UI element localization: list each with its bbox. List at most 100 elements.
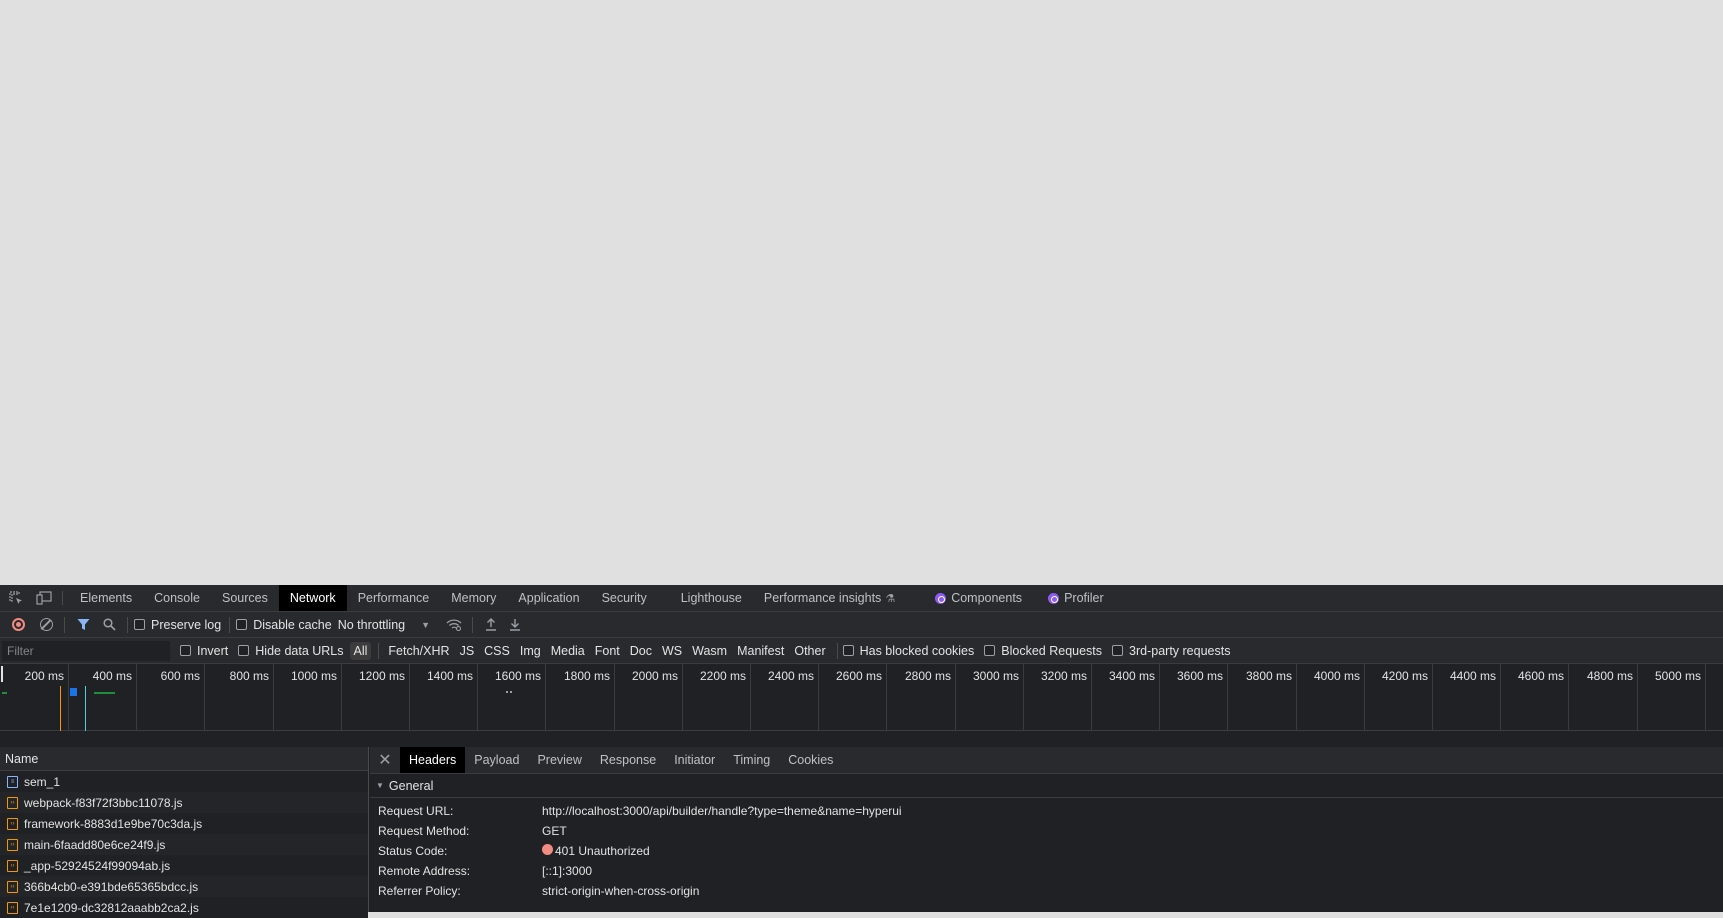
general-section-body: Request URL: http://localhost:3000/api/bu… — [370, 798, 1723, 901]
type-filter-ws[interactable]: WS — [658, 642, 686, 660]
header-value[interactable]: strict-origin-when-cross-origin — [542, 884, 699, 898]
request-row[interactable]: ‹› _app-52924524f99094ab.js — [0, 855, 368, 876]
request-row[interactable]: ‹› webpack-f83f72f3bbc11078.js — [0, 792, 368, 813]
timeline-gridline — [68, 664, 69, 731]
checkbox-box[interactable] — [180, 645, 191, 656]
tab-security[interactable]: Security — [591, 585, 658, 611]
timeline-gridline — [1637, 664, 1638, 731]
timeline-gridline — [1364, 664, 1365, 731]
type-filter-media[interactable]: Media — [547, 642, 589, 660]
column-header-label: Name — [5, 751, 39, 766]
device-toolbar-icon[interactable] — [32, 585, 56, 611]
third-party-requests-checkbox[interactable]: 3rd-party requests — [1112, 644, 1230, 658]
timeline-gridline — [886, 664, 887, 731]
type-filter-doc[interactable]: Doc — [626, 642, 656, 660]
tab-performance-insights[interactable]: Performance insights ⚗ — [753, 585, 906, 611]
checkbox-box[interactable] — [984, 645, 996, 656]
checkbox-box[interactable] — [238, 645, 250, 656]
disable-cache-checkbox[interactable]: Disable cache — [236, 618, 332, 632]
tab-performance[interactable]: Performance — [347, 585, 441, 611]
checkbox-label: Blocked Requests — [1001, 643, 1103, 658]
tab-lighthouse[interactable]: Lighthouse — [670, 585, 753, 611]
type-filter-manifest[interactable]: Manifest — [733, 642, 788, 660]
header-key: Referrer Policy: — [378, 884, 461, 898]
request-row[interactable]: ≡ sem_1 — [0, 771, 368, 792]
checkbox-box[interactable] — [236, 619, 248, 630]
network-filter-bar: Invert Hide data URLs All Fetch/XHR JS C… — [0, 638, 1723, 664]
type-filter-js[interactable]: JS — [456, 642, 479, 660]
timeline-start-marker — [1, 666, 3, 682]
type-filter-other[interactable]: Other — [790, 642, 829, 660]
preserve-log-checkbox[interactable]: Preserve log — [134, 618, 221, 632]
tab-components[interactable]: Components — [924, 585, 1033, 611]
general-section-header[interactable]: ▼ General — [370, 774, 1723, 798]
request-row[interactable]: ‹› framework-8883d1e9be70c3da.js — [0, 813, 368, 834]
import-har-button[interactable] — [479, 614, 503, 636]
clear-button[interactable] — [34, 614, 58, 636]
tab-initiator[interactable]: Initiator — [665, 747, 724, 773]
tab-memory[interactable]: Memory — [440, 585, 507, 611]
tab-sources[interactable]: Sources — [211, 585, 279, 611]
type-filter-fetch-xhr[interactable]: Fetch/XHR — [384, 642, 453, 660]
filter-input[interactable] — [2, 640, 170, 661]
tab-preview[interactable]: Preview — [528, 747, 590, 773]
tab-timing[interactable]: Timing — [724, 747, 779, 773]
name-column-header[interactable]: Name — [0, 747, 368, 771]
throttling-select[interactable]: No throttling ▼ — [338, 618, 430, 632]
header-value[interactable]: http://localhost:3000/api/builder/handle… — [542, 804, 902, 818]
type-filter-css[interactable]: CSS — [480, 642, 514, 660]
tab-payload[interactable]: Payload — [465, 747, 528, 773]
type-filter-wasm[interactable]: Wasm — [688, 642, 731, 660]
upload-icon — [486, 618, 497, 631]
network-overview-timeline[interactable]: 200 ms 400 ms 600 ms 800 ms 1000 ms 1200 ms 14… — [0, 664, 1723, 731]
blocked-requests-checkbox[interactable]: Blocked Requests — [984, 644, 1102, 658]
tab-label: Performance insights — [763, 591, 882, 605]
request-row[interactable]: ‹› main-6faadd80e6ce24f9.js — [0, 834, 368, 855]
tab-application[interactable]: Application — [507, 585, 590, 611]
tab-response[interactable]: Response — [591, 747, 665, 773]
type-filter-all[interactable]: All — [349, 641, 372, 660]
clear-icon — [39, 618, 53, 631]
checkbox-box[interactable] — [842, 645, 854, 656]
timeline-tick-label: 4200 ms — [1381, 669, 1428, 683]
status-code-value[interactable]: 401 Unauthorized — [542, 843, 650, 858]
timeline-gridline — [204, 664, 205, 731]
timeline-tick-label: 3400 ms — [1108, 669, 1155, 683]
wifi-settings-icon — [446, 619, 462, 631]
timeline-tick-label: 2800 ms — [904, 669, 951, 683]
tab-label: Headers — [409, 753, 457, 767]
tab-console[interactable]: Console — [143, 585, 211, 611]
request-name: 7e1e1209-dc32812aaabb2ca2.js — [24, 900, 199, 915]
export-har-button[interactable] — [503, 614, 527, 636]
hide-data-urls-checkbox[interactable]: Hide data URLs — [238, 643, 344, 658]
search-button[interactable] — [97, 614, 121, 636]
timeline-request-bar — [510, 691, 512, 693]
record-button[interactable] — [6, 614, 30, 636]
checkbox-label: Hide data URLs — [255, 643, 344, 658]
network-conditions-button[interactable] — [442, 614, 466, 636]
request-row[interactable]: ‹› 7e1e1209-dc32812aaabb2ca2.js — [0, 897, 368, 918]
tab-profiler[interactable]: Profiler — [1037, 585, 1115, 611]
filter-toggle-button[interactable] — [71, 614, 95, 636]
invert-checkbox[interactable]: Invert — [180, 644, 228, 658]
timeline-request-bar — [506, 691, 508, 693]
inspect-element-icon[interactable] — [4, 585, 28, 611]
tab-label: Performance — [357, 591, 430, 605]
header-value[interactable]: GET — [542, 824, 567, 838]
request-row[interactable]: ‹› 366b4cb0-e391bde65365bdcc.js — [0, 876, 368, 897]
type-filter-img[interactable]: Img — [516, 642, 545, 660]
checkbox-box[interactable] — [134, 619, 145, 630]
filter-icon — [77, 619, 89, 630]
tab-network[interactable]: Network — [278, 585, 347, 611]
tab-headers[interactable]: Headers — [400, 747, 466, 773]
tab-label: Response — [599, 753, 657, 767]
close-details-button[interactable]: ✕ — [370, 747, 400, 773]
has-blocked-cookies-checkbox[interactable]: Has blocked cookies — [842, 644, 974, 658]
checkbox-box[interactable] — [1112, 645, 1124, 656]
triangle-down-icon: ▼ — [376, 781, 384, 790]
tab-elements[interactable]: Elements — [69, 585, 143, 611]
tab-cookies[interactable]: Cookies — [779, 747, 842, 773]
header-value[interactable]: [::1]:3000 — [542, 864, 592, 878]
timeline-gridline — [1023, 664, 1024, 731]
type-filter-font[interactable]: Font — [591, 642, 624, 660]
